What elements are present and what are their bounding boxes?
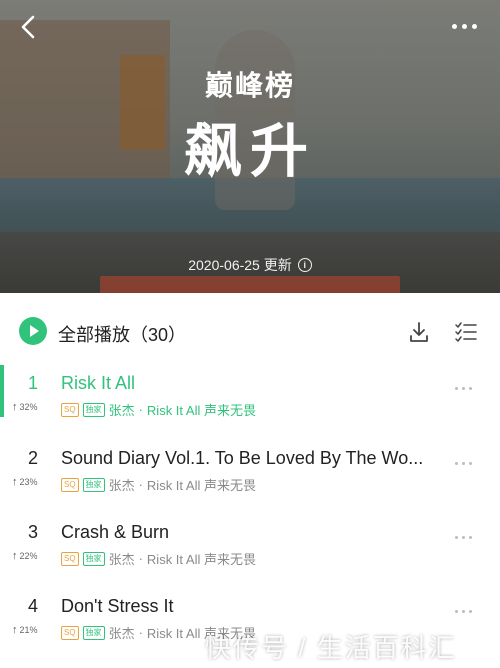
- header-background-banner: [100, 276, 400, 293]
- watermark: 快传号 / 生活百科汇: [205, 633, 457, 663]
- play-circle-icon[interactable]: [19, 317, 47, 345]
- song-meta: SQ 独家 张杰 · Risk It All 声来无畏: [61, 475, 256, 494]
- update-date: 2020-06-25 更新: [188, 257, 292, 273]
- rank-trend: ↑ 21%: [12, 624, 52, 636]
- song-album: Risk It All 声来无畏: [146, 403, 256, 418]
- rank-trend: ↑ 22%: [12, 550, 52, 562]
- song-artist: 张杰: [108, 478, 135, 493]
- song-meta: SQ 独家 张杰 · Risk It All 声来无畏: [61, 549, 256, 568]
- song-rank: 4: [27, 596, 38, 616]
- more-horizontal-icon: [455, 610, 458, 613]
- trend-value: 22%: [19, 551, 38, 561]
- song-rank: 1: [27, 373, 38, 393]
- song-row[interactable]: 2 ↑ 23% Sound Diary Vol.1. To Be Loved By…: [0, 440, 500, 514]
- song-row[interactable]: 3 ↑ 22% Crash & Burn SQ 独家 张杰 · Risk It A…: [0, 514, 500, 588]
- sq-badge: SQ: [61, 625, 79, 640]
- meta-separator: ·: [138, 551, 143, 566]
- song-title: Don't Stress It: [61, 596, 174, 616]
- more-horizontal-icon: [455, 387, 458, 390]
- song-title: Risk It All: [61, 373, 136, 393]
- song-artist: 张杰: [108, 552, 135, 567]
- meta-separator: ·: [138, 477, 143, 492]
- song-list-sheet: 全部播放（30） 1 ↑ 32% Risk It All SQ 独家 张杰 · R…: [0, 293, 500, 668]
- song-artist: 张杰: [108, 626, 135, 641]
- song-artist: 张杰: [108, 403, 135, 418]
- more-horizontal-icon: [455, 462, 458, 465]
- update-info[interactable]: 2020-06-25 更新 i: [0, 255, 500, 275]
- arrow-up-icon: ↑: [12, 476, 18, 488]
- chevron-left-icon: [21, 15, 35, 39]
- song-row[interactable]: 1 ↑ 32% Risk It All SQ 独家 张杰 · Risk It Al…: [0, 365, 500, 439]
- exclusive-badge: 独家: [82, 625, 105, 640]
- download-icon[interactable]: [408, 321, 430, 343]
- song-album: Risk It All 声来无畏: [146, 478, 256, 493]
- song-more-button[interactable]: [455, 536, 477, 542]
- song-meta: SQ 独家 张杰 · Risk It All 声来无畏: [61, 400, 256, 419]
- rank-trend: ↑ 32%: [12, 401, 52, 413]
- info-circle-icon[interactable]: i: [297, 258, 312, 272]
- chart-title: 飙升: [183, 117, 316, 185]
- chart-header: 巅峰榜 飙升 2020-06-25 更新 i: [0, 0, 500, 293]
- song-title: Crash & Burn: [61, 522, 170, 542]
- brand-logo: 巅峰榜: [204, 69, 295, 102]
- meta-separator: ·: [138, 402, 143, 417]
- song-title: Sound Diary Vol.1. To Be Loved By The Wo…: [61, 448, 424, 468]
- song-rank: 2: [27, 448, 38, 468]
- meta-separator: ·: [138, 625, 143, 640]
- song-rank: 3: [27, 522, 38, 542]
- song-more-button[interactable]: [455, 462, 477, 468]
- play-all-row[interactable]: 全部播放（30）: [0, 293, 500, 365]
- more-horizontal-icon: [452, 23, 457, 29]
- arrow-up-icon: ↑: [12, 401, 18, 413]
- play-all-label[interactable]: 全部播放（30）: [58, 321, 186, 347]
- more-horizontal-icon: [455, 536, 458, 539]
- sq-badge: SQ: [61, 477, 79, 492]
- more-button[interactable]: [452, 18, 480, 34]
- trend-value: 21%: [19, 625, 38, 635]
- now-playing-indicator: [0, 365, 4, 417]
- song-more-button[interactable]: [455, 610, 477, 616]
- sq-badge: SQ: [61, 551, 79, 566]
- trend-value: 23%: [19, 477, 38, 487]
- sq-badge: SQ: [61, 402, 79, 417]
- arrow-up-icon: ↑: [12, 624, 18, 636]
- song-album: Risk It All 声来无畏: [146, 552, 256, 567]
- multi-select-list-icon[interactable]: [454, 321, 478, 343]
- back-button[interactable]: [17, 14, 43, 40]
- rank-trend: ↑ 23%: [12, 476, 52, 488]
- exclusive-badge: 独家: [82, 477, 105, 492]
- arrow-up-icon: ↑: [12, 550, 18, 562]
- trend-value: 32%: [19, 402, 38, 412]
- exclusive-badge: 独家: [82, 402, 105, 417]
- exclusive-badge: 独家: [82, 551, 105, 566]
- song-more-button[interactable]: [455, 387, 477, 393]
